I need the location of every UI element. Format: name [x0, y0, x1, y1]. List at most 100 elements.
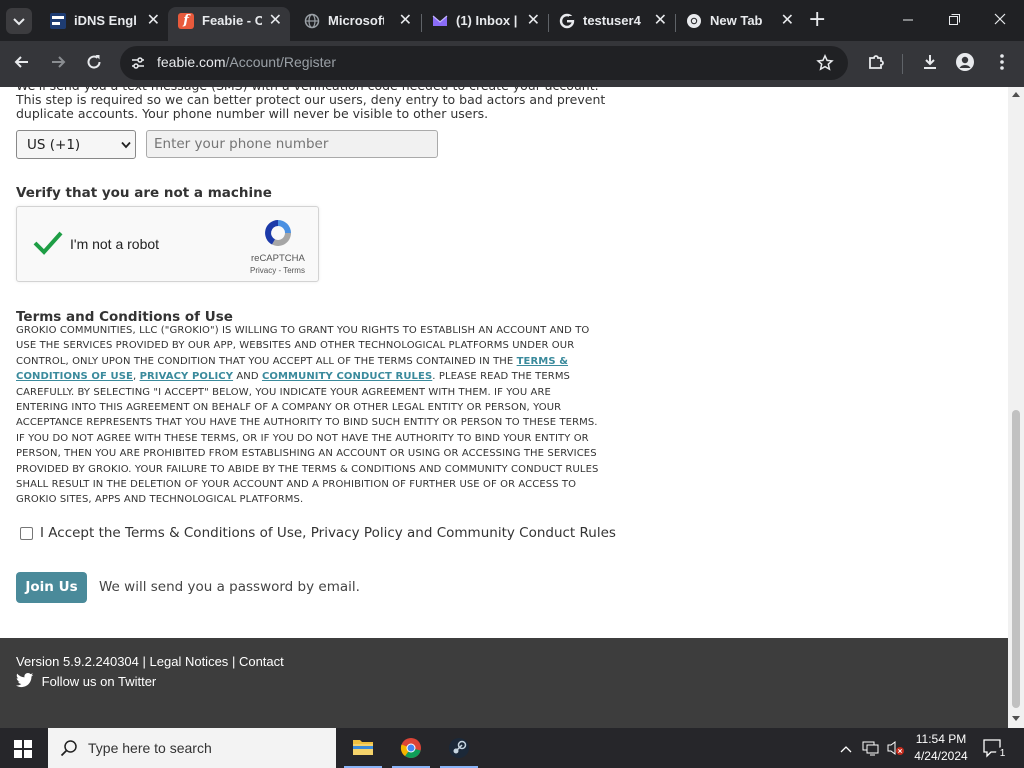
tab-inbox[interactable]: (1) Inbox | ✕ — [422, 7, 548, 41]
minimize-button[interactable] — [896, 10, 920, 30]
taskbar-search-placeholder: Type here to search — [88, 740, 212, 756]
close-icon[interactable]: ✕ — [399, 10, 412, 30]
page-scrollbar[interactable] — [1008, 87, 1024, 728]
recaptcha-checkbox[interactable] — [31, 226, 65, 260]
join-us-button[interactable]: Join Us — [16, 572, 87, 603]
close-icon[interactable]: ✕ — [654, 10, 667, 30]
browser-tab-strip: iDNS Engl ✕ f Feabie - C ✕ Microsoft ✕ (… — [0, 0, 1024, 41]
legal-notices-link[interactable]: Legal Notices — [150, 654, 229, 669]
back-button[interactable] — [12, 52, 32, 76]
close-window-button[interactable] — [988, 10, 1012, 30]
recaptcha-brand: reCAPTCHA — [251, 253, 305, 264]
checkmark-icon — [33, 231, 63, 255]
twitter-bird-icon — [16, 673, 34, 688]
sms-explanation: We'll send you a text message (SMS) with… — [16, 87, 606, 121]
terms-text-part2: . PLEASE READ THE TERMS CAREFULLY. BY SE… — [16, 371, 599, 506]
taskbar-search-box[interactable]: Type here to search — [48, 728, 336, 768]
arrow-right-icon — [52, 56, 66, 68]
phone-number-input[interactable] — [146, 130, 438, 158]
close-icon[interactable]: ✕ — [147, 10, 160, 30]
close-icon[interactable]: ✕ — [781, 10, 794, 30]
tab-title: iDNS Engl — [74, 13, 137, 28]
tab-microsoft[interactable]: Microsoft ✕ — [294, 7, 420, 41]
recaptcha-logo-icon — [265, 220, 291, 246]
browser-toolbar: feabie.com/Account/Register — [0, 41, 1024, 87]
tab-title: testuser45 — [583, 13, 641, 28]
chevron-down-icon — [13, 18, 25, 26]
scroll-down-arrow-icon[interactable] — [1012, 716, 1020, 721]
toolbar-divider — [902, 54, 903, 74]
steam-taskbar-button[interactable] — [440, 728, 478, 768]
tab-title: Feabie - C — [202, 13, 262, 28]
tab-title: (1) Inbox | — [456, 13, 518, 28]
site-info-icon[interactable] — [130, 55, 146, 71]
chevron-down-icon — [121, 141, 131, 149]
url-path: /Account/Register — [225, 54, 336, 70]
restore-button[interactable] — [942, 10, 966, 30]
reload-button[interactable] — [84, 52, 104, 76]
tab-feabie[interactable]: f Feabie - C ✕ — [168, 7, 290, 41]
community-conduct-link[interactable]: COMMUNITY CONDUCT RULES — [262, 371, 432, 382]
close-icon[interactable]: ✕ — [527, 10, 540, 30]
star-icon[interactable] — [816, 54, 834, 72]
tab-new-tab[interactable]: New Tab ✕ — [676, 7, 802, 41]
reload-icon — [87, 55, 101, 69]
downloads-button[interactable] — [920, 52, 940, 76]
twitter-link[interactable]: Follow us on Twitter — [16, 673, 156, 689]
footer-separator: | — [142, 654, 146, 669]
tab-title: Microsoft — [328, 13, 384, 28]
more-vert-icon — [1000, 54, 1004, 70]
puzzle-icon — [869, 55, 884, 69]
chrome-icon — [686, 13, 702, 29]
folder-icon — [353, 740, 373, 755]
recaptcha-links[interactable]: Privacy - Terms — [250, 266, 305, 275]
address-bar[interactable]: feabie.com/Account/Register — [120, 46, 848, 80]
tray-chevron-up-icon[interactable] — [840, 741, 852, 760]
recaptcha-label: I'm not a robot — [70, 236, 160, 252]
scrollbar-thumb[interactable] — [1012, 410, 1020, 708]
network-icon[interactable] — [862, 740, 880, 760]
notification-center-button[interactable]: 1 — [982, 738, 1009, 762]
scroll-up-arrow-icon[interactable] — [1012, 92, 1020, 97]
idns-favicon-icon — [50, 13, 66, 29]
privacy-policy-link[interactable]: PRIVACY POLICY — [140, 371, 234, 382]
tab-search-button[interactable] — [6, 8, 32, 34]
accept-terms-checkbox[interactable] — [20, 527, 33, 540]
menu-button[interactable] — [992, 52, 1012, 76]
terms-text: GROKIO COMMUNITIES, LLC ("GROKIO") IS WI… — [16, 323, 606, 508]
new-tab-button[interactable]: + — [808, 9, 826, 31]
clock-time: 11:54 PM — [915, 732, 967, 746]
forward-button[interactable] — [48, 52, 68, 76]
close-icon[interactable]: ✕ — [269, 10, 282, 30]
extensions-button[interactable] — [866, 52, 886, 76]
accept-terms-label[interactable]: I Accept the Terms & Conditions of Use, … — [40, 525, 616, 541]
page-content: We'll send you a text message (SMS) with… — [0, 87, 1008, 728]
windows-taskbar: Type here to search 11:54 PM 4/24/2024 1 — [0, 728, 1024, 768]
clock[interactable]: 11:54 PM 4/24/2024 — [910, 731, 972, 765]
file-explorer-button[interactable] — [344, 728, 382, 768]
twitter-label: Follow us on Twitter — [41, 674, 157, 689]
profile-button[interactable] — [955, 52, 975, 76]
arrow-left-icon — [14, 56, 28, 68]
tab-title: New Tab — [710, 13, 763, 28]
terms-text-part1: GROKIO COMMUNITIES, LLC ("GROKIO") IS WI… — [16, 325, 590, 367]
tab-idns[interactable]: iDNS Engl ✕ — [40, 7, 168, 41]
proton-mail-icon — [432, 13, 448, 29]
contact-link[interactable]: Contact — [239, 654, 284, 669]
start-button[interactable] — [14, 740, 32, 762]
steam-icon — [449, 738, 469, 758]
restore-icon — [949, 14, 960, 25]
minimize-icon — [903, 19, 913, 21]
site-footer: Version 5.9.2.240304 | Legal Notices | C… — [0, 638, 1008, 728]
globe-icon — [304, 13, 320, 29]
volume-muted-icon[interactable] — [886, 740, 906, 760]
country-code-select[interactable]: US (+1) — [16, 130, 136, 159]
download-icon — [924, 55, 936, 69]
avatar-icon — [956, 53, 974, 71]
feabie-favicon-icon: f — [178, 13, 194, 29]
tab-google[interactable]: testuser45 ✕ — [549, 7, 675, 41]
version-text: Version 5.9.2.240304 — [16, 654, 139, 669]
google-g-icon — [559, 13, 575, 29]
chrome-taskbar-button[interactable] — [392, 728, 430, 768]
country-code-value: US (+1) — [27, 137, 81, 153]
